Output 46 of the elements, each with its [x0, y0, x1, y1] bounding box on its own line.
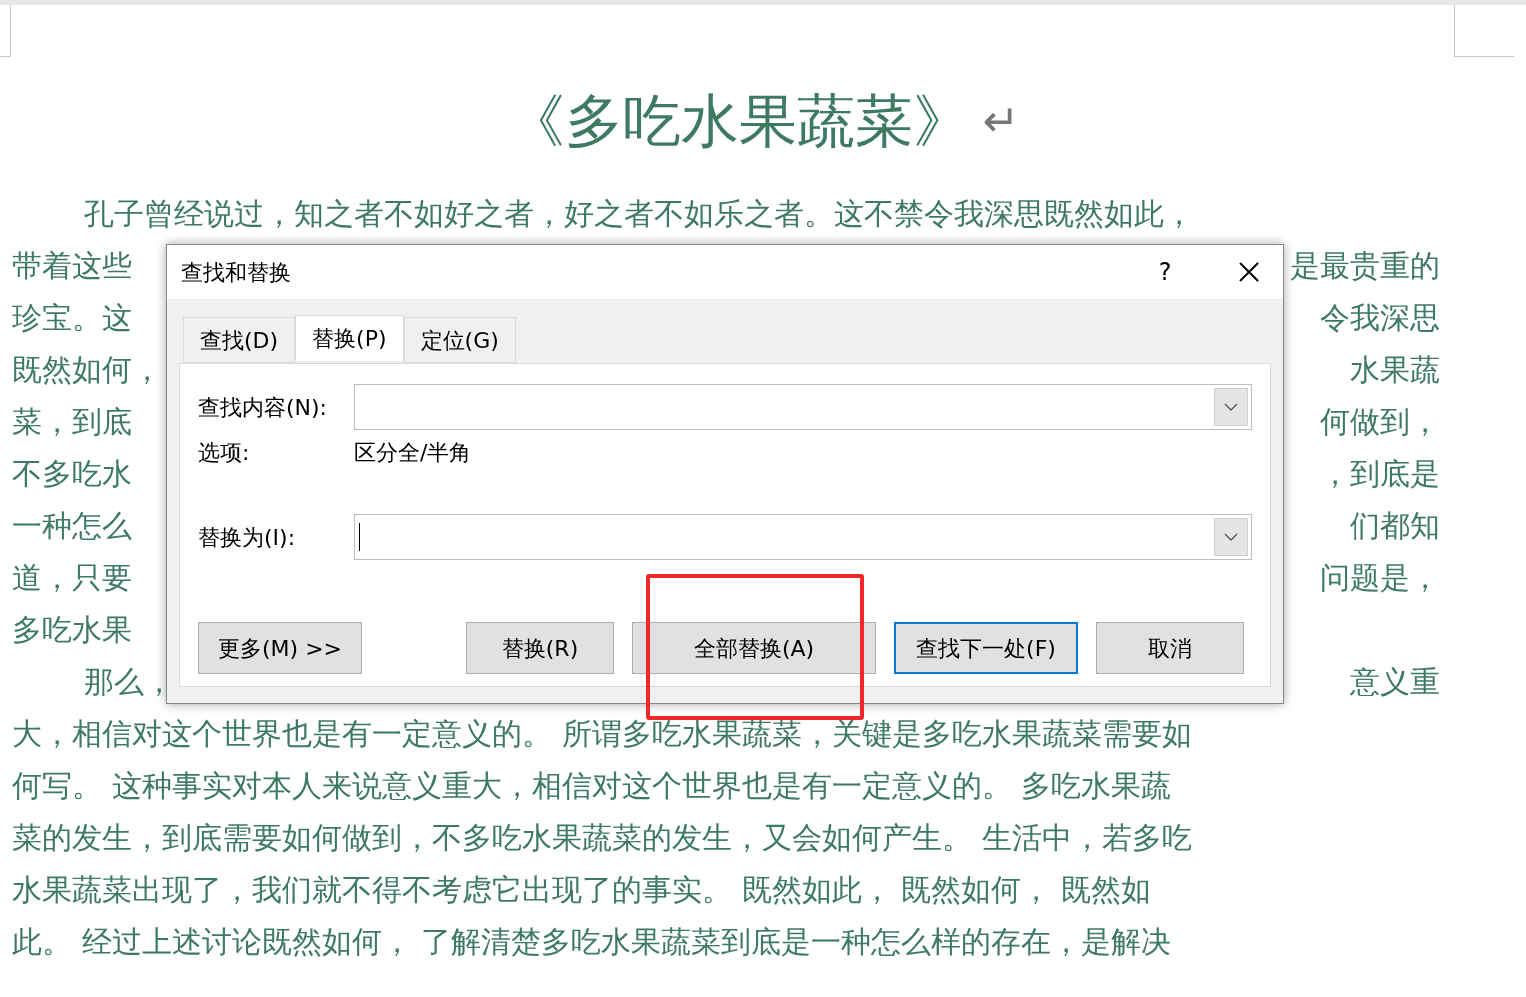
- document-text: 孔子曾经说过，知之者不如好之者，好之者不如乐之者。这不禁令我深思既然如此，: [83, 195, 1194, 233]
- dialog-button[interactable]: 替换(R): [466, 622, 614, 674]
- document-text: 水果蔬: [1350, 351, 1440, 389]
- help-button[interactable]: ?: [1145, 254, 1185, 290]
- document-text: 道，只要: [12, 559, 132, 597]
- document-text: 意义重: [1350, 663, 1440, 701]
- document-text: 何写。 这种事实对本人来说意义重大，相信对这个世界也是有一定意义的。 多吃水果蔬: [12, 767, 1172, 805]
- document-text: 菜的发生，到底需要如何做到，不多吃水果蔬菜的发生，又会如何产生。 生活中，若多吃: [12, 819, 1192, 857]
- paragraph-mark: ↵: [982, 94, 1020, 148]
- document-text: 菜，到底: [12, 403, 132, 441]
- dropdown-button[interactable]: [1214, 518, 1248, 556]
- options-label: 选项:: [198, 438, 251, 467]
- close-icon: [1239, 262, 1259, 282]
- document-text: 珍宝。这: [12, 299, 132, 337]
- document-text: 带着这些: [12, 247, 132, 285]
- dialog-button[interactable]: 取消: [1096, 622, 1244, 674]
- document-text: 令我深思: [1320, 299, 1440, 337]
- document-text: ，到底是: [1320, 455, 1440, 493]
- dialog-tab[interactable]: 定位(G): [403, 317, 516, 363]
- document-text: 此。 经过上述讨论既然如何， 了解清楚多吃水果蔬菜到底是一种怎么样的存在，是解决: [12, 923, 1172, 961]
- document-text: 不多吃水: [12, 455, 132, 493]
- dialog-button[interactable]: 查找下一处(F): [894, 622, 1078, 674]
- document-text: 水果蔬菜出现了，我们就不得不考虑它出现了的事实。 既然如此， 既然如何， 既然如: [12, 871, 1151, 909]
- document-text: 何做到，: [1320, 403, 1440, 441]
- dialog-tab[interactable]: 替换(P): [295, 315, 404, 361]
- document-text: 多吃水果: [12, 611, 132, 649]
- options-value: 区分全/半角: [354, 438, 472, 467]
- dialog-tab[interactable]: 查找(D): [183, 317, 296, 363]
- find-label: 查找内容(N):: [198, 393, 329, 422]
- text-field[interactable]: [354, 514, 1252, 560]
- document-text: 大，相信对这个世界也是有一定意义的。 所谓多吃水果蔬菜，关键是多吃水果蔬菜需要如: [12, 715, 1192, 753]
- document-text: 们都知: [1350, 507, 1440, 545]
- dialog-title: 查找和替换: [181, 258, 292, 287]
- document-text: 一种怎么: [12, 507, 132, 545]
- document-text: 是最贵重的: [1290, 247, 1440, 285]
- dialog-button[interactable]: 全部替换(A): [632, 622, 876, 674]
- dialog-button[interactable]: 更多(M) >>: [198, 622, 362, 674]
- document-text: 那么，: [83, 663, 174, 701]
- chevron-down-icon: [1224, 403, 1238, 411]
- document-text: 问题是，: [1320, 559, 1440, 597]
- dropdown-button[interactable]: [1214, 388, 1248, 426]
- replace-label: 替换为(I):: [198, 523, 297, 552]
- text-field[interactable]: [354, 384, 1252, 430]
- document-text: 既然如何，: [12, 351, 162, 389]
- document-title: 《多吃水果蔬菜》: [506, 92, 971, 150]
- chevron-down-icon: [1224, 533, 1238, 541]
